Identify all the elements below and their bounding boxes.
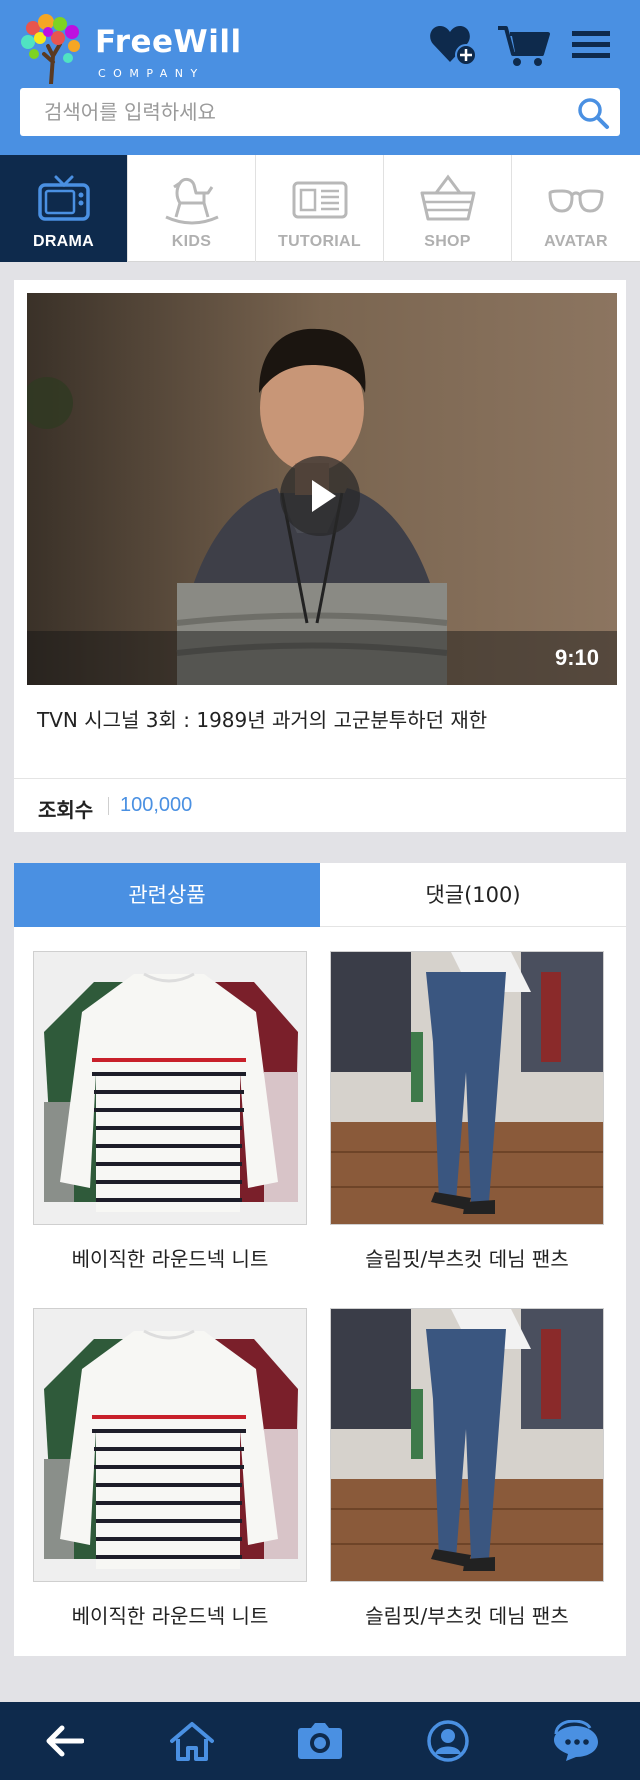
profile-icon [427, 1720, 469, 1762]
home-button[interactable] [128, 1702, 256, 1780]
home-icon [170, 1722, 214, 1761]
category-tab-drama[interactable]: DRAMA [0, 155, 128, 262]
video-title[interactable]: TVN 시그널 3회 : 1989년 과거의 고군분투하던 재한 [37, 704, 487, 733]
play-icon [312, 480, 336, 512]
denim-pants-image [331, 1309, 603, 1581]
tab-related-products[interactable]: 관련상품 [14, 863, 320, 927]
category-label: SHOP [424, 233, 471, 250]
denim-pants-image [331, 952, 603, 1224]
divider [108, 797, 109, 815]
favorite-add-icon[interactable] [428, 22, 478, 68]
views-row: 조회수 100,000 [14, 778, 626, 832]
product-name: 슬림핏/부츠컷 데님 팬츠 [365, 1247, 569, 1271]
profile-button[interactable] [384, 1702, 512, 1780]
product-image[interactable] [330, 1308, 604, 1582]
video-card: 9:10 TVN 시그널 3회 : 1989년 과거의 고군분투하던 재한 조회… [14, 280, 626, 832]
chat-button[interactable] [512, 1702, 640, 1780]
camera-icon [298, 1723, 342, 1759]
basket-icon [420, 174, 476, 221]
app-header: FreeWill COMPANY [0, 0, 640, 155]
duration-overlay: 9:10 [27, 631, 617, 685]
category-tab-shop[interactable]: SHOP [384, 155, 512, 262]
product-card[interactable]: 베이직한 라운드넥 니트 [33, 1308, 307, 1629]
category-label: TUTORIAL [278, 233, 361, 250]
search-bar [20, 88, 620, 136]
logo[interactable]: FreeWill COMPANY [18, 12, 241, 84]
sweater-image [34, 1309, 306, 1581]
search-input[interactable] [20, 88, 560, 136]
tv-icon [38, 175, 90, 221]
category-tab-avatar[interactable]: AVATAR [512, 155, 640, 262]
video-duration: 9:10 [554, 645, 599, 670]
logo-tree-icon [21, 14, 80, 84]
product-name: 베이직한 라운드넥 니트 [71, 1247, 269, 1271]
back-arrow-icon [46, 1725, 84, 1757]
tab-comments[interactable]: 댓글(100) [320, 863, 626, 927]
category-label: DRAMA [32, 233, 95, 250]
product-image[interactable] [330, 951, 604, 1225]
video-player[interactable]: 9:10 [27, 293, 617, 685]
rocking-horse-icon [165, 177, 219, 225]
brand-name: FreeWill [95, 24, 242, 60]
product-image[interactable] [33, 951, 307, 1225]
bottom-nav [0, 1702, 640, 1780]
play-button[interactable] [280, 456, 360, 536]
category-tab-kids[interactable]: KIDS [128, 155, 256, 262]
newspaper-icon [292, 181, 348, 219]
search-icon[interactable] [576, 96, 610, 130]
product-name: 슬림핏/부츠컷 데님 팬츠 [365, 1604, 569, 1628]
product-card[interactable]: 슬림핏/부츠컷 데님 팬츠 [330, 1308, 604, 1629]
menu-icon[interactable] [570, 22, 612, 68]
glasses-icon [548, 189, 604, 213]
brand-subtitle: COMPANY [98, 67, 205, 80]
product-image[interactable] [33, 1308, 307, 1582]
category-tab-tutorial[interactable]: TUTORIAL [256, 155, 384, 262]
category-label: KIDS [171, 233, 212, 250]
product-name: 베이직한 라운드넥 니트 [71, 1604, 269, 1628]
category-nav: DRAMA KIDS TUTORIAL SHOP AVATAR [0, 155, 640, 262]
cart-icon[interactable] [496, 22, 552, 68]
views-count: 100,000 [120, 794, 193, 816]
product-card[interactable]: 슬림핏/부츠컷 데님 팬츠 [330, 951, 604, 1272]
category-label: AVATAR [544, 233, 608, 250]
chat-icon [554, 1720, 598, 1761]
products-section: 관련상품 댓글(100) 베이직한 라운드넥 니트 슬림핏/부츠컷 데님 팬츠 … [14, 863, 626, 1656]
views-label: 조회수 [38, 798, 94, 822]
sweater-image [34, 952, 306, 1224]
back-button[interactable] [0, 1702, 128, 1780]
product-card[interactable]: 베이직한 라운드넥 니트 [33, 951, 307, 1272]
camera-button[interactable] [256, 1702, 384, 1780]
